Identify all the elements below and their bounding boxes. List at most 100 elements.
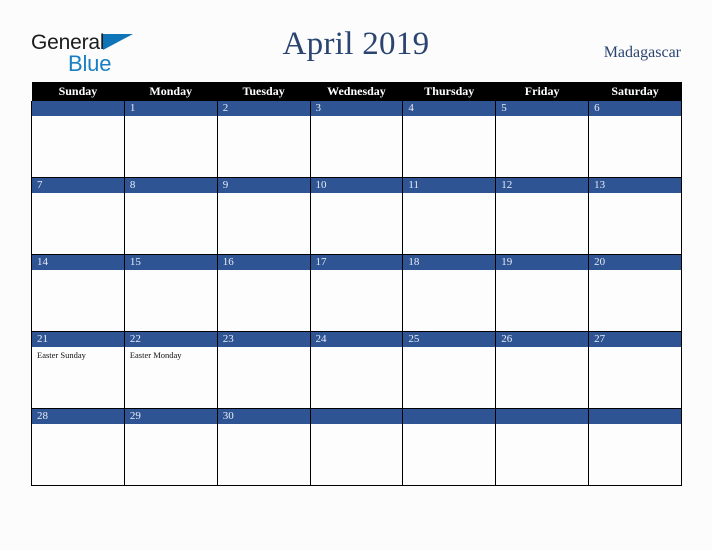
day-cell-content: 25 — [403, 332, 496, 408]
day-cell-content: 3 — [310, 101, 403, 177]
calendar-empty-cell[interactable] — [31, 101, 125, 178]
day-cell-content: 11 — [403, 178, 496, 254]
day-cell-content: 19 — [496, 255, 589, 331]
day-cell-content: 6 — [589, 101, 681, 177]
day-number: 11 — [403, 178, 496, 193]
day-cell-content: 9 — [217, 178, 310, 254]
calendar-week-row: 14 15 16 17 18 19 20 — [31, 254, 682, 332]
day-cell-content: 13 — [589, 178, 681, 254]
day-events: Easter Monday — [125, 347, 217, 361]
day-cell-content: 27 — [589, 332, 681, 408]
calendar-day-cell[interactable]: 28 — [31, 408, 125, 486]
calendar-day-cell[interactable]: 30 — [216, 408, 311, 486]
day-number: 25 — [403, 332, 496, 347]
calendar-day-cell[interactable]: 21 Easter Sunday — [31, 331, 125, 409]
day-number: 18 — [403, 255, 496, 270]
day-cell-content — [496, 409, 589, 485]
calendar-empty-cell[interactable] — [495, 408, 590, 486]
calendar-day-cell[interactable]: 4 — [402, 101, 497, 178]
day-cell-content — [589, 409, 681, 485]
calendar-day-cell[interactable]: 27 — [588, 331, 682, 409]
region-label: Madagascar — [603, 44, 681, 61]
calendar-day-cell[interactable]: 1 — [123, 101, 218, 178]
day-number: 20 — [589, 255, 681, 270]
calendar-day-cell[interactable]: 9 — [216, 177, 311, 255]
day-number: 30 — [217, 409, 310, 424]
day-cell-content: 4 — [403, 101, 496, 177]
holiday-label: Easter Monday — [129, 350, 182, 360]
weekday-header-friday: Friday — [495, 82, 589, 101]
day-number: 9 — [217, 178, 310, 193]
day-cell-content: 29 — [124, 409, 217, 485]
day-number: 28 — [32, 409, 124, 424]
day-cell-content: 8 — [124, 178, 217, 254]
day-number: 6 — [589, 101, 681, 116]
calendar-day-cell[interactable]: 20 — [588, 254, 682, 332]
calendar-day-cell[interactable]: 23 — [216, 331, 311, 409]
calendar-day-cell[interactable]: 3 — [309, 101, 404, 178]
day-number: 29 — [124, 409, 217, 424]
day-cell-content — [403, 409, 496, 485]
weekday-header-row: Sunday Monday Tuesday Wednesday Thursday Frid… — [31, 82, 682, 101]
day-cell-content: 14 — [32, 255, 124, 331]
calendar-day-cell[interactable]: 29 — [123, 408, 218, 486]
calendar-empty-cell[interactable] — [588, 408, 682, 486]
day-number: 16 — [217, 255, 310, 270]
calendar-day-cell[interactable]: 13 — [588, 177, 682, 255]
day-cell-content: 20 — [589, 255, 681, 331]
day-number: 22 — [124, 332, 217, 347]
weekday-header-wednesday: Wednesday — [310, 82, 403, 101]
holiday-label: Easter Sunday — [37, 350, 86, 360]
day-number: 8 — [124, 178, 217, 193]
calendar-day-cell[interactable]: 8 — [123, 177, 218, 255]
day-number: 7 — [32, 178, 124, 193]
calendar-day-cell[interactable]: 22 Easter Monday — [123, 331, 218, 409]
day-cell-content: 10 — [310, 178, 403, 254]
day-number: 12 — [496, 178, 589, 193]
calendar-day-cell[interactable]: 7 — [31, 177, 125, 255]
calendar-day-cell[interactable]: 19 — [495, 254, 590, 332]
day-number — [589, 409, 681, 424]
calendar-day-cell[interactable]: 26 — [495, 331, 590, 409]
day-cell-content: 7 — [32, 178, 124, 254]
calendar-day-cell[interactable]: 14 — [31, 254, 125, 332]
calendar-day-cell[interactable]: 11 — [402, 177, 497, 255]
calendar-day-cell[interactable]: 16 — [216, 254, 311, 332]
calendar-day-cell[interactable]: 5 — [495, 101, 590, 178]
calendar-day-cell[interactable]: 18 — [402, 254, 497, 332]
day-number: 2 — [217, 101, 310, 116]
day-number: 26 — [496, 332, 589, 347]
day-cell-content: 1 — [124, 101, 217, 177]
calendar-day-cell[interactable]: 12 — [495, 177, 590, 255]
calendar-day-cell[interactable]: 17 — [309, 254, 404, 332]
calendar-day-cell[interactable]: 15 — [123, 254, 218, 332]
calendar-empty-cell[interactable] — [309, 408, 404, 486]
day-cell-content: 22 Easter Monday — [124, 332, 217, 408]
calendar-week-row: 123456 — [31, 101, 682, 178]
calendar-day-cell[interactable]: 10 — [309, 177, 404, 255]
day-number: 27 — [589, 332, 681, 347]
calendar-week-row: 7 8 9 10 11 12 13 — [31, 177, 682, 255]
calendar-day-cell[interactable]: 25 — [402, 331, 497, 409]
day-cell-content: 28 — [32, 409, 124, 485]
day-number: 14 — [32, 255, 124, 270]
day-cell-content: 17 — [310, 255, 403, 331]
day-number: 24 — [310, 332, 403, 347]
day-cell-content: 16 — [217, 255, 310, 331]
calendar-day-cell[interactable]: 6 — [588, 101, 682, 178]
weekday-header-sunday: Sunday — [31, 82, 125, 101]
calendar-grid: Sunday Monday Tuesday Wednesday Thursday Frid… — [31, 82, 682, 486]
calendar-day-cell[interactable]: 2 — [216, 101, 311, 178]
page-header: General Blue April 2019 Madagascar — [0, 0, 712, 82]
day-cell-content: 21 Easter Sunday — [32, 332, 124, 408]
day-number: 3 — [310, 101, 403, 116]
day-cell-content: 26 — [496, 332, 589, 408]
calendar-day-cell[interactable]: 24 — [309, 331, 404, 409]
calendar-empty-cell[interactable] — [402, 408, 497, 486]
day-cell-content: 24 — [310, 332, 403, 408]
day-number — [32, 101, 124, 116]
day-cell-content — [32, 101, 124, 177]
weekday-header-tuesday: Tuesday — [217, 82, 311, 101]
day-number — [310, 409, 403, 424]
day-number — [496, 409, 589, 424]
